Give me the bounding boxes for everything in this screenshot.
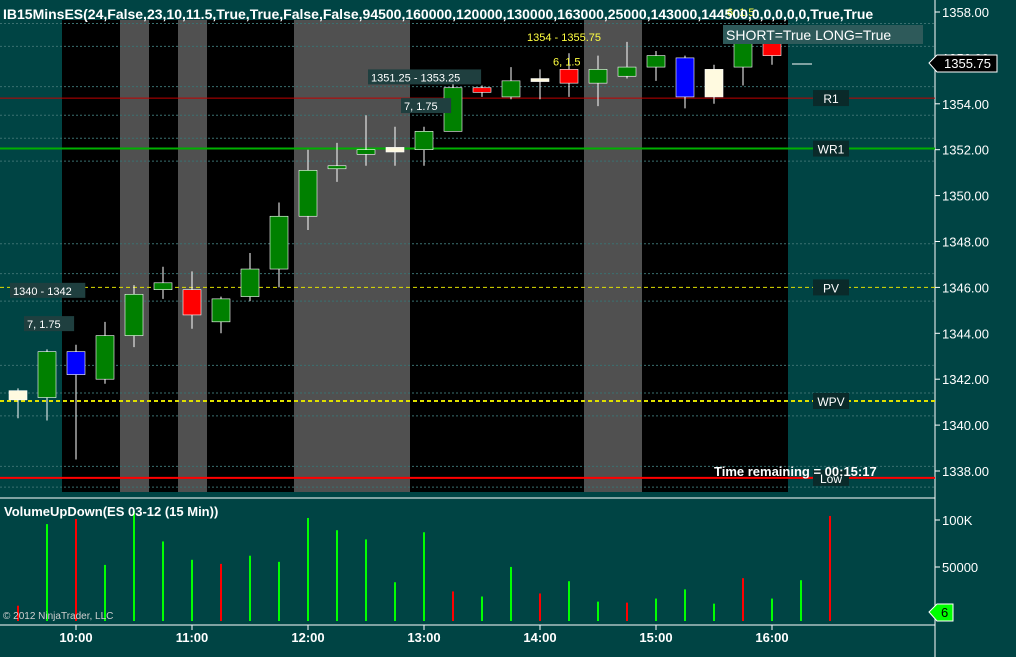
time-tick-label: 15:00 [639, 630, 672, 645]
level-label-pv: PV [823, 281, 839, 295]
shade-band [178, 20, 207, 492]
candle-body[interactable] [211, 298, 231, 323]
short-long-status: SHORT=True LONG=True [726, 27, 891, 43]
indicator-title: IB15MinsES(24,False,23,10,11.5,True,True… [3, 6, 873, 22]
shade-band [294, 20, 410, 492]
volume-panel-title: VolumeUpDown(ES 03-12 (15 Min)) [4, 504, 218, 519]
candle-body[interactable] [385, 147, 405, 153]
volume-tick-label: 50000 [942, 560, 978, 575]
time-tick-label: 16:00 [755, 630, 788, 645]
level-label-r1: R1 [823, 92, 839, 106]
candle-body[interactable] [559, 69, 579, 84]
candle-body[interactable] [327, 165, 347, 170]
range-annotation: 1340 - 1342 [13, 286, 72, 298]
candle-body[interactable] [646, 55, 666, 68]
price-tick-label: 1350.00 [942, 189, 989, 204]
candle-body[interactable] [356, 149, 376, 155]
range-annotation: 6, 1.5 [553, 56, 581, 68]
price-tick-label: 1346.00 [942, 280, 989, 295]
candle-body[interactable] [66, 351, 86, 375]
time-tick-label: 10:00 [59, 630, 92, 645]
price-tick-label: 1338.00 [942, 464, 989, 479]
time-tick-label: 13:00 [407, 630, 440, 645]
candle-body[interactable] [37, 351, 57, 398]
candle-body[interactable] [153, 282, 173, 290]
time-tick-label: 12:00 [291, 630, 324, 645]
price-tick-label: 1344.00 [942, 326, 989, 341]
candle-body[interactable] [472, 87, 492, 93]
candle-body[interactable] [501, 80, 521, 98]
price-tick-label: 1354.00 [942, 97, 989, 112]
candle-body[interactable] [8, 390, 28, 401]
time-tick-label: 14:00 [523, 630, 556, 645]
price-tick-label: 1358.00 [942, 5, 989, 20]
level-label-wpv: WPV [817, 395, 844, 409]
candle-body[interactable] [617, 66, 637, 77]
range-annotation: 1351.25 - 1353.25 [371, 72, 460, 84]
shade-band [120, 20, 149, 492]
candle-body[interactable] [588, 69, 608, 84]
level-label-wr1: WR1 [818, 143, 845, 157]
price-tick-label: 1352.00 [942, 143, 989, 158]
time-tick-label: 11:00 [176, 630, 209, 645]
range-annotation: 7, 1.75 [27, 319, 61, 331]
candle-body[interactable] [414, 131, 434, 150]
candle-body[interactable] [95, 335, 115, 380]
chart-canvas[interactable]: R1WR1PVWPVLow 1358.001356.001354.001352.… [0, 0, 1016, 657]
candle-body[interactable] [530, 78, 550, 82]
candle-body[interactable] [182, 289, 202, 316]
range-annotation: 1354 - 1355.75 [527, 32, 601, 44]
volume-value: 6 [941, 605, 948, 620]
price-tick-label: 1348.00 [942, 235, 989, 250]
price-tick-label: 1340.00 [942, 418, 989, 433]
last-price: 1355.75 [944, 56, 991, 71]
copyright: © 2012 NinjaTrader, LLC [3, 611, 113, 622]
price-tick-label: 1342.00 [942, 372, 989, 387]
candle-body[interactable] [269, 215, 289, 270]
candle-body[interactable] [124, 293, 144, 336]
range-annotation: 7, 1.75 [404, 101, 438, 113]
candle-body[interactable] [675, 57, 695, 98]
candle-body[interactable] [240, 268, 260, 297]
volume-tick-label: 100K [942, 513, 973, 528]
chart-window: R1WR1PVWPVLow 1358.001356.001354.001352.… [0, 0, 1016, 657]
candle-body[interactable] [298, 170, 318, 217]
candle-body[interactable] [704, 69, 724, 98]
shade-band [584, 20, 642, 492]
time-remaining: Time remaining = 00:15:17 [714, 464, 877, 479]
